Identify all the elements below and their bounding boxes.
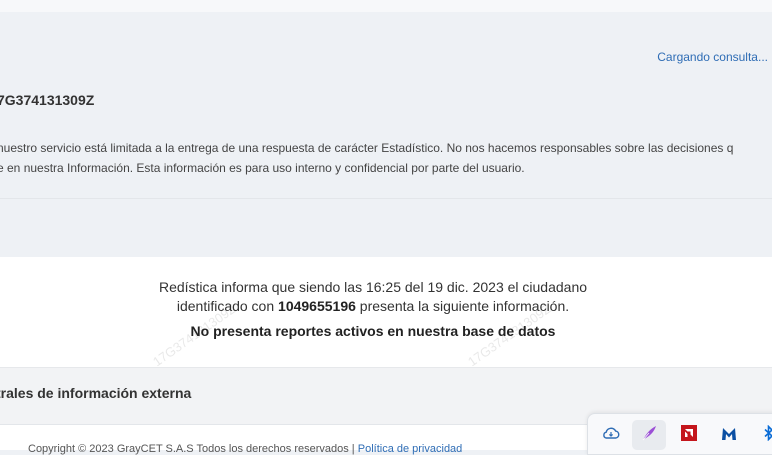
tray-item-onedrive[interactable] (594, 420, 628, 450)
result-intro: Redística informa que siendo las 16:25 d… (158, 279, 588, 295)
query-info-panel: Cargando consulta... 7G374131309Z nuestr… (0, 12, 772, 199)
feather-icon (640, 424, 658, 447)
amd-icon (681, 424, 697, 446)
tray-item-bluetooth[interactable] (752, 420, 772, 450)
bluetooth-icon (763, 424, 772, 446)
disclaimer-line-2: e en nuestra Información. Esta informaci… (0, 161, 525, 175)
top-band (0, 0, 772, 12)
identification-prefix: identificado con (176, 298, 279, 314)
result-status: No presenta reportes activos en nuestra … (190, 323, 556, 339)
section-title: trales de información externa (0, 385, 192, 401)
footer-text: Copyright © 2023 GrayCET S.A.S Todos los… (28, 443, 462, 455)
disclaimer-line-1: nuestro servicio está limitada a la entr… (0, 141, 734, 155)
identification-suffix: presenta la siguiente información. (355, 298, 570, 314)
disclaimer-text: nuestro servicio está limitada a la entr… (0, 138, 733, 178)
onedrive-cloud-icon (602, 426, 620, 445)
result-card: 17G374131309Z 17G374131309Z Redística in… (0, 257, 772, 369)
copyright: Copyright © 2023 GrayCET S.A.S Todos los… (28, 443, 355, 455)
malwarebytes-icon (720, 425, 738, 446)
query-id: 7G374131309Z (0, 92, 95, 108)
loading-status: Cargando consulta... (657, 50, 768, 64)
tray-item-malwarebytes[interactable] (712, 420, 746, 450)
privacy-policy-link[interactable]: Política de privacidad (358, 443, 463, 455)
result-identification: identificado con 1049655196 presenta la … (0, 298, 746, 314)
spacer (0, 199, 772, 257)
tray-item-amd[interactable] (672, 420, 706, 450)
document-number: 1049655196 (278, 298, 356, 314)
tray-item-feather[interactable] (632, 420, 666, 450)
